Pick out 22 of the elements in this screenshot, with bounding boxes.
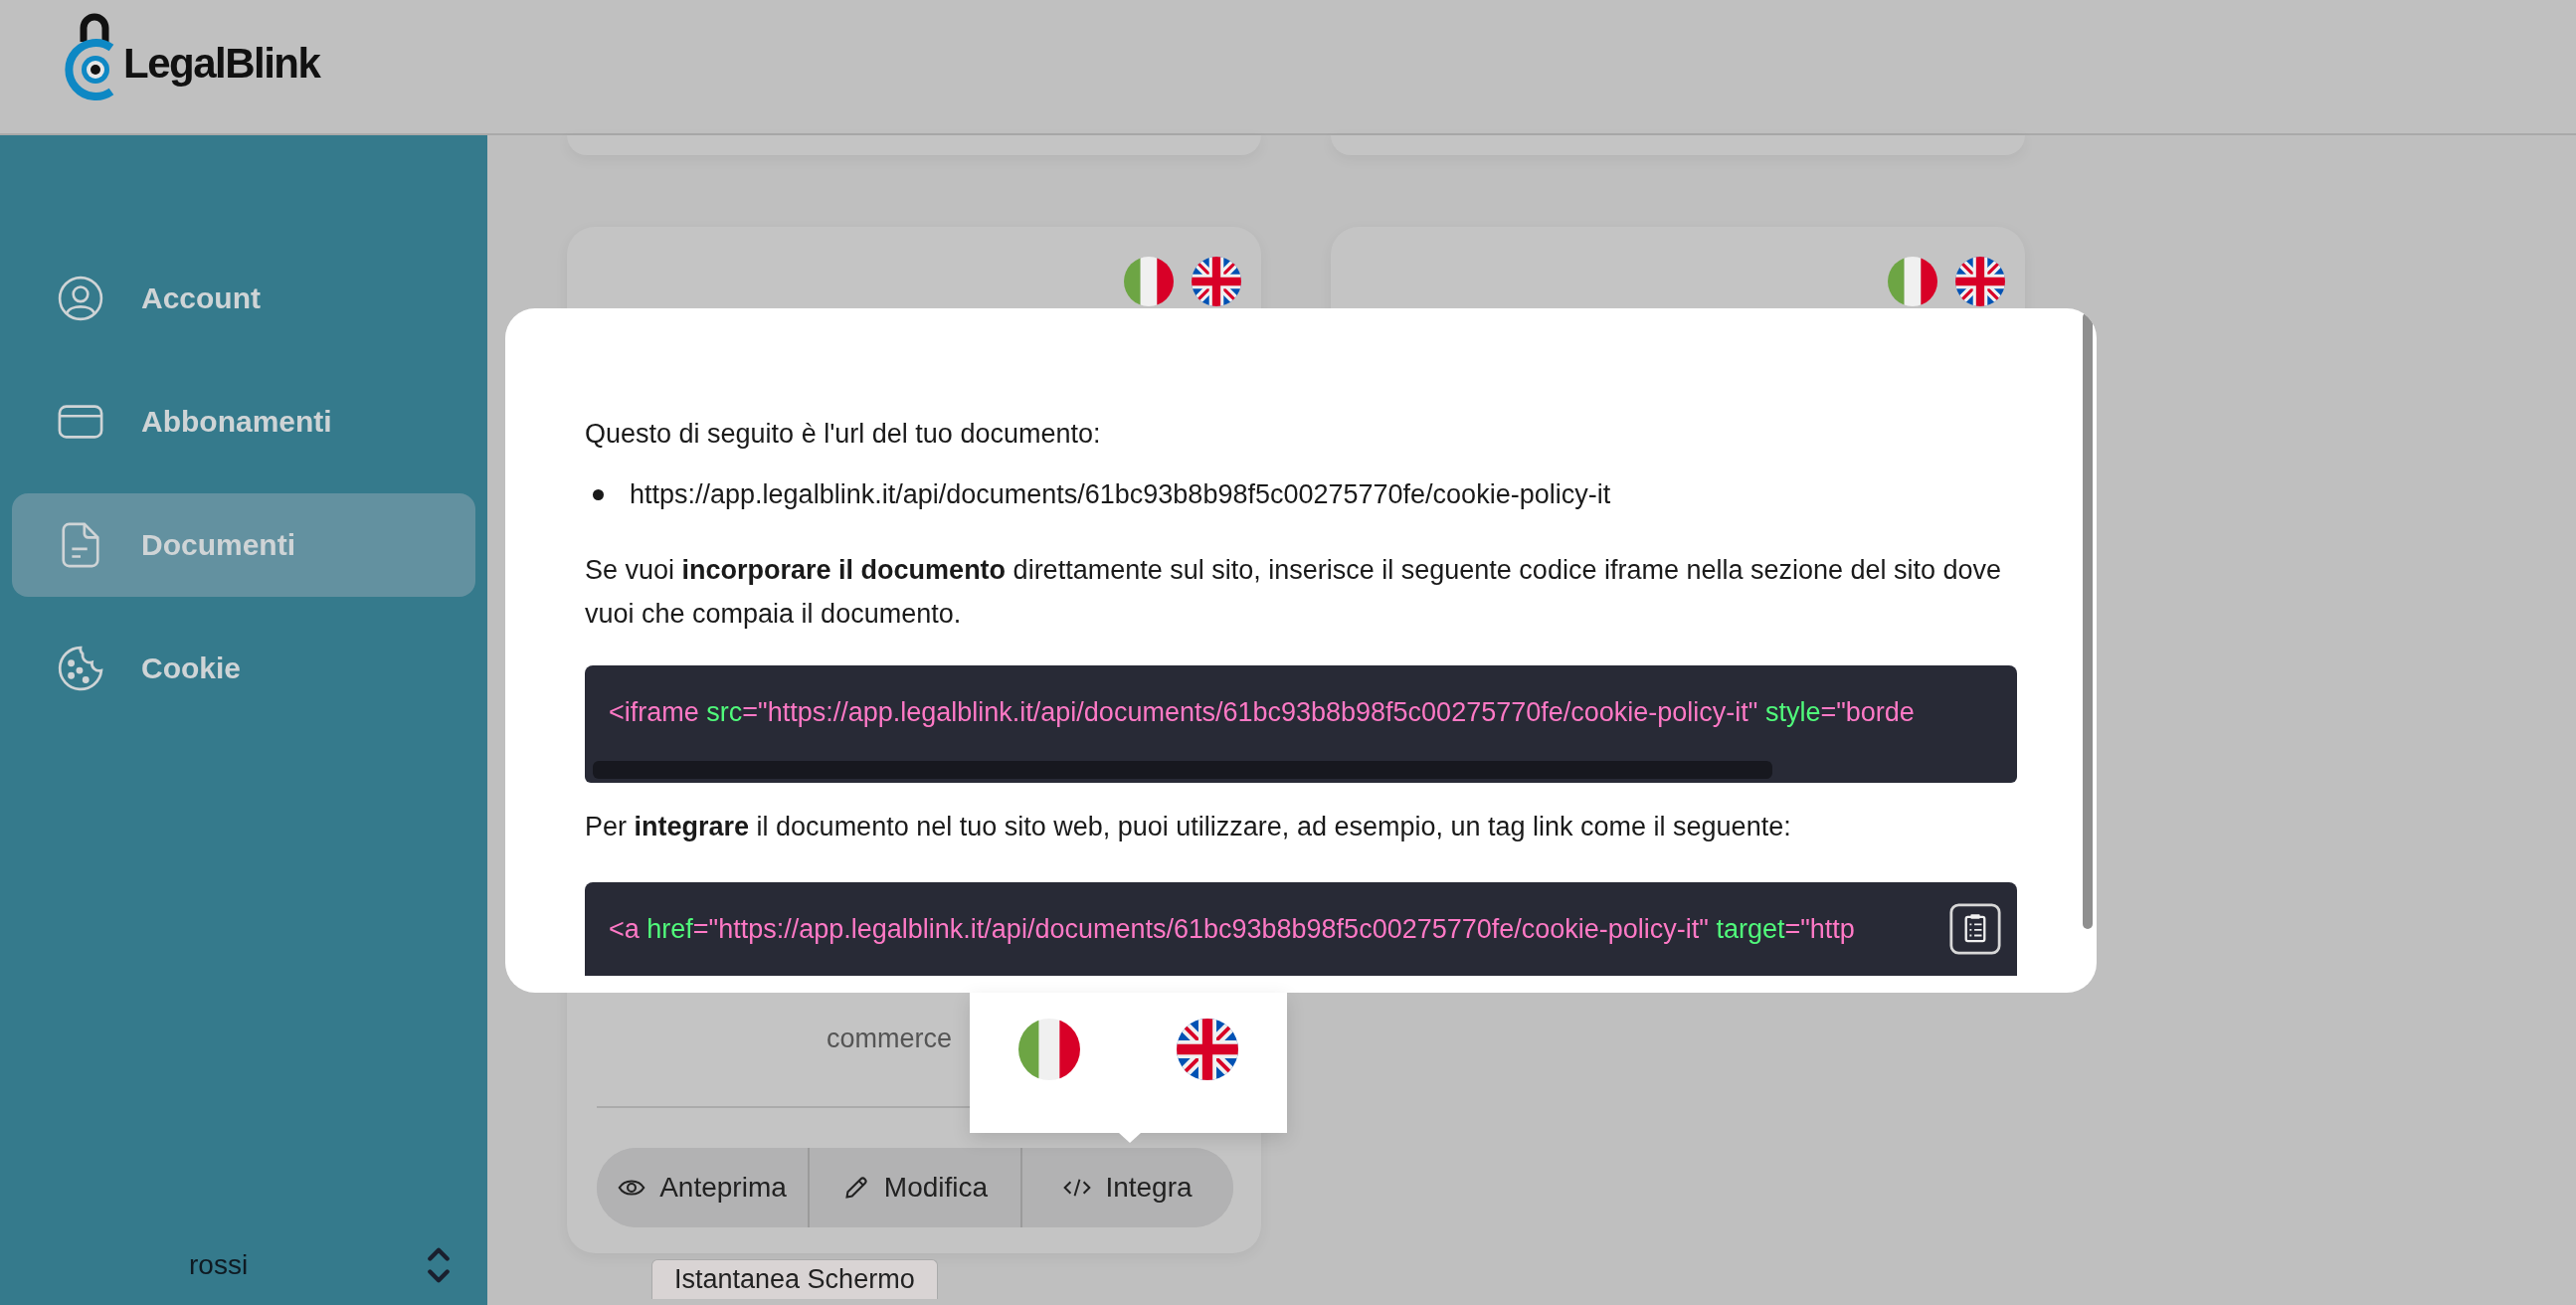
- italian-flag-icon: [1888, 257, 1937, 306]
- code-line: <iframe src="https://app.legalblink.it/api/documents/61bc93b8b98f5c00275770fe/cookie-policy-it" style="borde: [609, 696, 1915, 728]
- intro-text: Questo di seguito è l'url del tuo documento:: [585, 418, 1102, 451]
- cookie-icon: [58, 646, 103, 691]
- italian-flag-icon: [1017, 1019, 1080, 1080]
- bullet-icon: [593, 489, 604, 500]
- expand-chevrons-icon[interactable]: [426, 1245, 452, 1285]
- screenshot-button[interactable]: Istantanea Schermo: [651, 1259, 938, 1299]
- embed-instructions: Se vuoi incorporare il documento direttamente sul sito, inserisce il seguente codice iframe nella sezione del sito dove vuoi che compaia il documento.: [585, 554, 2003, 631]
- user-icon: [58, 276, 103, 321]
- logo-text: LegalBlink: [123, 40, 320, 88]
- scrollbar-thumb[interactable]: [2083, 312, 2093, 929]
- british-flag-icon: [1955, 257, 2005, 306]
- link-instructions: Per integrare il documento nel tuo sito web, puoi utilizzare, ad esempio, un tag link come il seguente:: [585, 811, 1792, 843]
- italian-flag-icon: [1124, 257, 1174, 306]
- card-description: commerce: [826, 1024, 953, 1054]
- clipboard-icon[interactable]: [1949, 903, 2001, 955]
- british-flag-icon: [1192, 257, 1241, 306]
- action-button[interactable]: Anteprima: [597, 1148, 810, 1227]
- code-line: <a href="https://app.legalblink.it/api/documents/61bc93b8b98f5c00275770fe/cookie-policy-it" target="http: [609, 913, 1855, 945]
- user-name: rossi: [189, 1249, 249, 1281]
- document-url: https://app.legalblink.it/api/documents/61bc93b8b98f5c00275770fe/cookie-policy-it: [630, 479, 1611, 510]
